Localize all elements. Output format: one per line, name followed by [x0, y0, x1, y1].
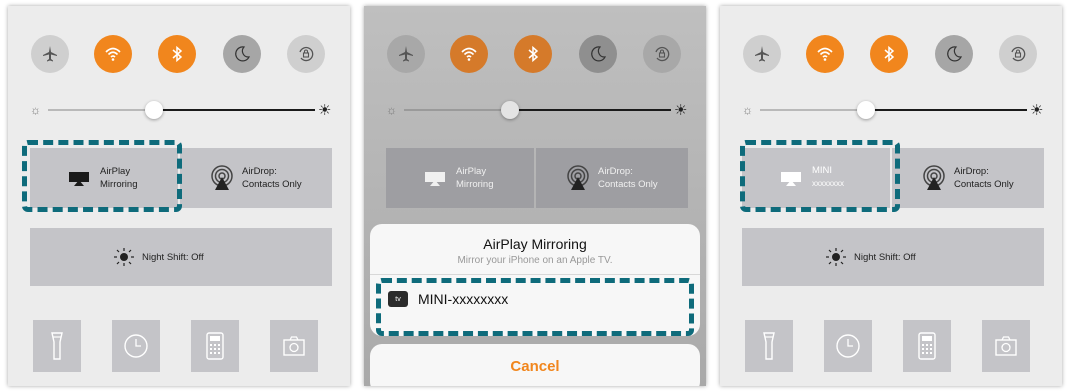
brightness-track-empty — [404, 109, 509, 111]
brightness-slider-knob[interactable] — [857, 101, 875, 119]
airdrop-label-line1: AirDrop: — [954, 166, 989, 177]
calculator-icon — [918, 332, 936, 360]
airplane-icon — [43, 46, 57, 62]
brightness-slider-knob[interactable] — [145, 101, 163, 119]
camera-button[interactable] — [982, 320, 1030, 372]
rotation-lock-icon — [1011, 46, 1026, 62]
bluetooth-toggle[interactable] — [514, 35, 552, 73]
airplay-icon — [425, 172, 445, 186]
airplay-label-line2: Mirroring — [456, 179, 494, 190]
bluetooth-icon — [528, 45, 539, 63]
airplane-icon — [755, 46, 769, 62]
night-shift-label: Night Shift: Off — [854, 252, 916, 263]
airdrop-tile[interactable]: AirDrop: Contacts Only — [180, 148, 332, 208]
cancel-label: Cancel — [510, 358, 560, 375]
sheet-title: AirPlay Mirroring — [483, 236, 587, 252]
control-center-panel-2: ☼ ☀ AirPlay Mirroring AirDrop: Contacts … — [364, 6, 706, 386]
camera-button[interactable] — [270, 320, 318, 372]
flashlight-icon — [763, 332, 775, 360]
device-highlight-frame — [376, 278, 694, 336]
rotation-lock-toggle[interactable] — [643, 35, 681, 73]
airdrop-icon — [923, 165, 945, 190]
do-not-disturb-toggle[interactable] — [223, 35, 261, 73]
clock-button[interactable] — [824, 320, 872, 372]
airplay-mirroring-tile[interactable]: AirPlay Mirroring — [386, 148, 534, 208]
rotation-lock-toggle[interactable] — [287, 35, 325, 73]
clock-icon — [124, 334, 148, 358]
calculator-button[interactable] — [191, 320, 239, 372]
airdrop-icon — [211, 165, 233, 190]
moon-icon — [235, 46, 251, 62]
brightness-track-filled — [509, 109, 671, 111]
airplane-mode-toggle[interactable] — [387, 35, 425, 73]
airplane-mode-toggle[interactable] — [743, 35, 781, 73]
do-not-disturb-toggle[interactable] — [935, 35, 973, 73]
rotation-lock-icon — [299, 46, 314, 62]
bluetooth-toggle[interactable] — [158, 35, 196, 73]
wifi-icon — [105, 47, 121, 61]
airdrop-tile[interactable]: AirDrop: Contacts Only — [536, 148, 688, 208]
night-shift-tile[interactable]: Night Shift: Off — [30, 228, 332, 286]
airdrop-label-line1: AirDrop: — [242, 166, 277, 177]
airplay-device-highlight-frame — [740, 140, 900, 212]
flashlight-icon — [51, 332, 63, 360]
control-center-panel-3: ☼ ☀ MINI xxxxxxxx AirDrop: Contacts Only… — [720, 6, 1062, 386]
brightness-track-filled — [865, 109, 1027, 111]
airdrop-tile[interactable]: AirDrop: Contacts Only — [892, 148, 1044, 208]
moon-icon — [947, 46, 963, 62]
clock-button[interactable] — [112, 320, 160, 372]
calculator-button[interactable] — [903, 320, 951, 372]
night-shift-label: Night Shift: Off — [142, 252, 204, 263]
do-not-disturb-toggle[interactable] — [579, 35, 617, 73]
wifi-toggle[interactable] — [450, 35, 488, 73]
brightness-low-icon: ☼ — [742, 103, 753, 117]
night-shift-icon — [826, 248, 846, 266]
brightness-track-empty — [760, 109, 865, 111]
calculator-icon — [206, 332, 224, 360]
brightness-low-icon: ☼ — [30, 103, 41, 117]
camera-icon — [283, 336, 305, 356]
rotation-lock-toggle[interactable] — [999, 35, 1037, 73]
sheet-subtitle: Mirror your iPhone on an Apple TV. — [457, 255, 613, 266]
airplane-icon — [399, 46, 413, 62]
brightness-high-icon: ☀ — [674, 102, 688, 119]
bluetooth-icon — [884, 45, 895, 63]
clock-icon — [836, 334, 860, 358]
wifi-icon — [817, 47, 833, 61]
flashlight-button[interactable] — [745, 320, 793, 372]
airdrop-label-line2: Contacts Only — [954, 179, 1014, 190]
moon-icon — [591, 46, 607, 62]
rotation-lock-icon — [655, 46, 670, 62]
brightness-high-icon: ☀ — [318, 102, 332, 119]
night-shift-tile[interactable]: Night Shift: Off — [742, 228, 1044, 286]
brightness-track-empty — [48, 109, 153, 111]
brightness-track-filled — [153, 109, 315, 111]
control-center-panel-1: ☼ ☀ AirPlay Mirroring AirDrop: Contacts … — [8, 6, 350, 386]
bluetooth-toggle[interactable] — [870, 35, 908, 73]
cancel-button[interactable]: Cancel — [370, 344, 700, 386]
flashlight-button[interactable] — [33, 320, 81, 372]
wifi-icon — [461, 47, 477, 61]
airdrop-label-line1: AirDrop: — [598, 166, 633, 177]
bluetooth-icon — [172, 45, 183, 63]
wifi-toggle[interactable] — [94, 35, 132, 73]
brightness-high-icon: ☀ — [1030, 102, 1044, 119]
brightness-low-icon: ☼ — [386, 103, 397, 117]
camera-icon — [995, 336, 1017, 356]
brightness-slider-knob[interactable] — [501, 101, 519, 119]
airplay-label-line1: AirPlay — [456, 166, 487, 177]
airplay-highlight-frame — [22, 140, 182, 212]
airdrop-label-line2: Contacts Only — [242, 179, 302, 190]
wifi-toggle[interactable] — [806, 35, 844, 73]
airdrop-label-line2: Contacts Only — [598, 179, 658, 190]
night-shift-icon — [114, 248, 134, 266]
airplane-mode-toggle[interactable] — [31, 35, 69, 73]
airdrop-icon — [567, 165, 589, 190]
